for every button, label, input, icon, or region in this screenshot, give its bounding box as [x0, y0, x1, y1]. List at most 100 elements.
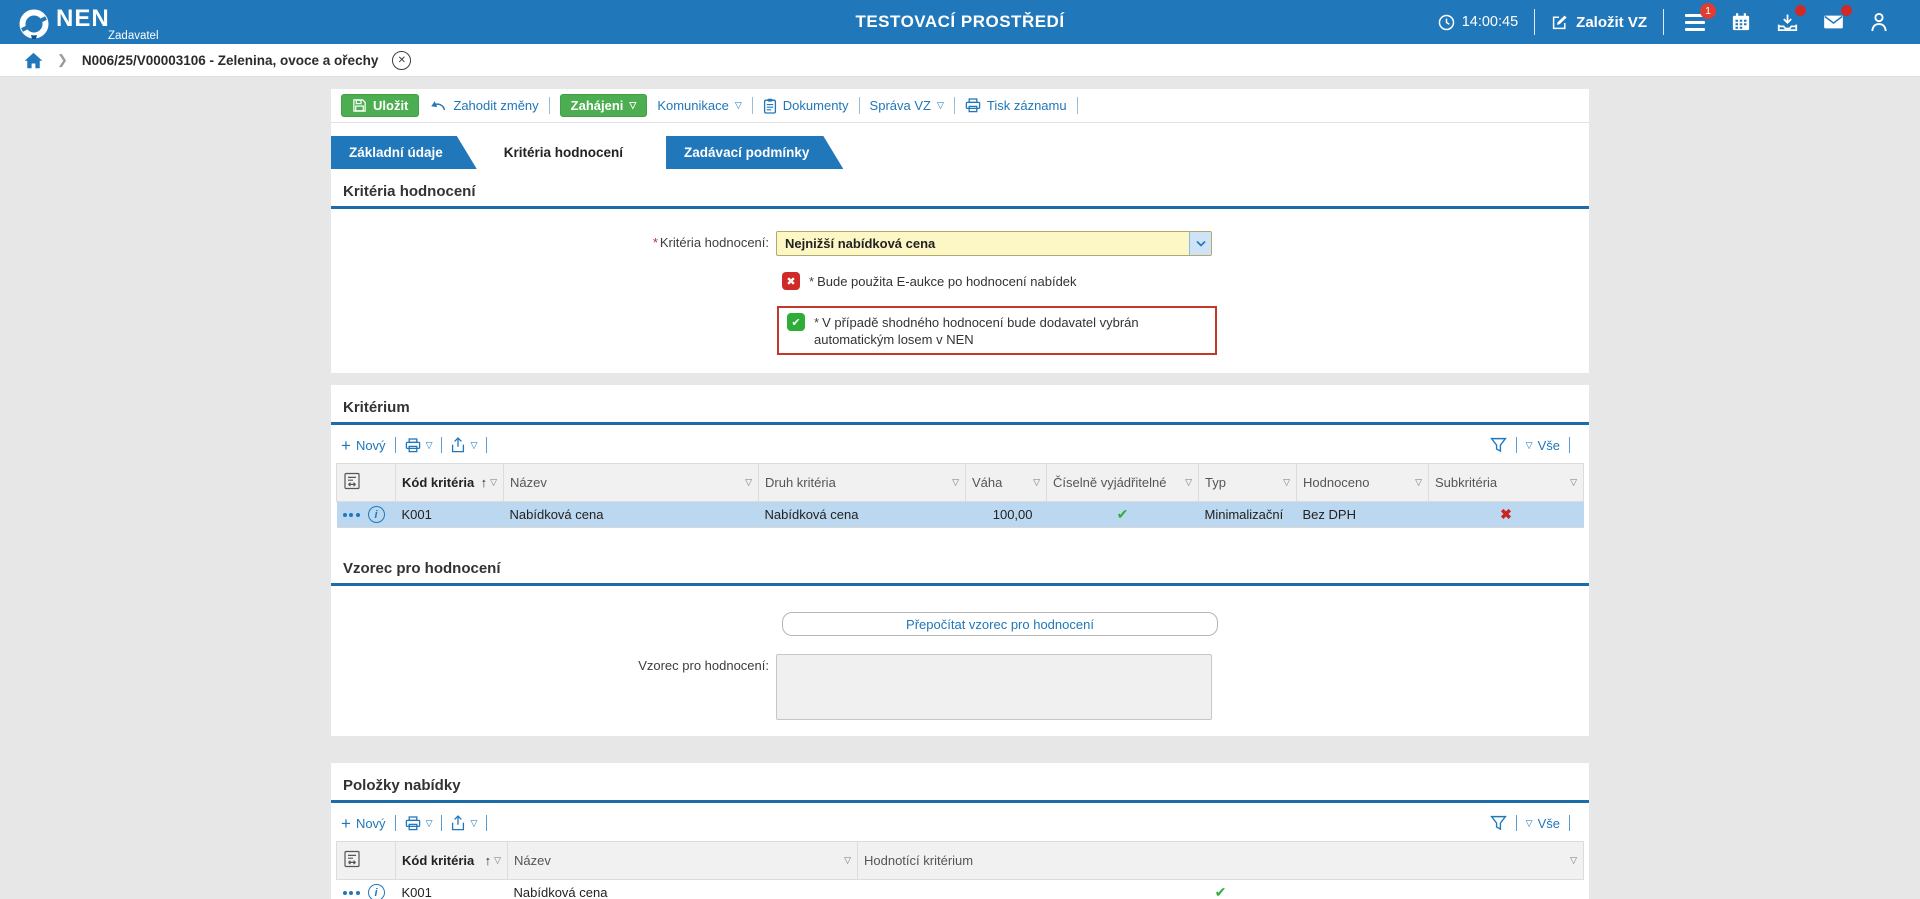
info-icon[interactable]: i: [367, 884, 385, 899]
row-menu-icon[interactable]: [342, 890, 360, 895]
print-record-button[interactable]: Tisk záznamu: [965, 98, 1067, 113]
cell-type: Minimalizační: [1198, 501, 1297, 528]
inbox-button[interactable]: [1772, 5, 1806, 37]
tab-kriteria-hodnoceni[interactable]: Kritéria hodnocení: [486, 136, 657, 169]
column-header-subkriteria[interactable]: Subkritéria ▽: [1428, 463, 1584, 502]
recalculate-formula-button[interactable]: Přepočítat vzorec pro hodnocení: [782, 612, 1218, 636]
filter-triangle-icon[interactable]: ▽: [1283, 478, 1290, 487]
column-header-nazev[interactable]: Název ▽: [507, 841, 858, 880]
items-section-heading: Položky nabídky: [343, 777, 461, 794]
filter-triangle-icon[interactable]: ▽: [952, 478, 959, 487]
column-header-kod-kriteria[interactable]: Kód kritéria ↑ ▽: [395, 463, 504, 502]
filter-triangle-icon[interactable]: ▽: [745, 478, 752, 487]
grid-toolbar-divider: [441, 437, 443, 453]
documents-button[interactable]: Dokumenty: [763, 98, 849, 114]
filter-triangle-icon[interactable]: ▽: [1570, 478, 1577, 487]
tab-zadavaci-podminky[interactable]: Zadávací podmínky: [666, 136, 843, 169]
close-record-button[interactable]: ✕: [392, 50, 412, 70]
main-menu-button[interactable]: 1: [1680, 3, 1716, 37]
criterium-section-heading: Kritérium: [343, 399, 410, 416]
triangle-down-icon: ▽: [425, 817, 433, 828]
discard-changes-button[interactable]: Zahodit změny: [429, 98, 539, 113]
clock-icon: [1438, 14, 1454, 30]
column-header-nazev[interactable]: Název ▽: [503, 463, 759, 502]
save-button[interactable]: Uložit: [341, 94, 420, 117]
brand-role: Zadavatel: [108, 30, 159, 42]
column-chooser-header[interactable]: [336, 463, 396, 502]
column-header-hodnoceno[interactable]: Hodnoceno ▽: [1296, 463, 1429, 502]
filter-triangle-icon[interactable]: ▽: [1033, 478, 1040, 487]
funnel-icon: [1489, 815, 1507, 831]
home-icon[interactable]: [24, 52, 43, 69]
cell-code: K001: [395, 879, 508, 899]
column-header-ciselne-vyjadritelne[interactable]: Číselně vyjádřitelné ▽: [1046, 463, 1199, 502]
column-header-druh-kriteria[interactable]: Druh kritéria ▽: [758, 463, 966, 502]
manage-vz-dropdown[interactable]: Správa VZ ▽: [870, 98, 944, 113]
funnel-icon: [1489, 437, 1507, 453]
grid-toolbar-divider: [1515, 437, 1517, 453]
calendar-button[interactable]: [1726, 7, 1756, 37]
user-profile-button[interactable]: [1864, 7, 1894, 37]
triangle-down-icon: ▽: [1525, 439, 1533, 450]
eauction-flag-label: * Bude použita E-aukce po hodnocení nabíd…: [809, 274, 1077, 289]
section-rule: [331, 800, 1589, 803]
column-header-vaha[interactable]: Váha ▽: [965, 463, 1047, 502]
main-content: Uložit Zahodit změny Zahájeni ▽ Komunika…: [0, 89, 1920, 899]
sort-asc-icon[interactable]: ↑: [485, 854, 492, 867]
flag-true-icon: ✔: [787, 313, 805, 331]
filter-button[interactable]: [1489, 815, 1507, 831]
view-all-dropdown[interactable]: ▽ Vše: [1526, 816, 1560, 831]
grid-toolbar-divider: [486, 437, 488, 453]
messages-button[interactable]: [1818, 5, 1852, 37]
communication-dropdown[interactable]: Komunikace ▽: [657, 98, 741, 113]
chevron-down-icon: [1195, 240, 1206, 247]
export-grid-button[interactable]: ▽: [451, 437, 477, 453]
new-row-button[interactable]: + Nový: [341, 437, 386, 454]
create-vz-button[interactable]: Založit VZ: [1551, 14, 1647, 31]
filter-triangle-icon[interactable]: ▽: [844, 856, 851, 865]
export-grid-button[interactable]: ▽: [451, 815, 477, 831]
menu-badge: 1: [1700, 3, 1716, 19]
export-icon: [452, 437, 465, 453]
criteria-combobox[interactable]: Nejnižší nabídková cena: [776, 231, 1212, 256]
filter-button[interactable]: [1489, 437, 1507, 453]
printer-icon: [405, 815, 420, 830]
column-header-hodnotici-kriterium[interactable]: Hodnotící kritérium ▽: [857, 841, 1584, 880]
new-row-button[interactable]: + Nový: [341, 815, 386, 832]
filter-triangle-icon[interactable]: ▽: [1185, 478, 1192, 487]
started-dropdown-button[interactable]: Zahájeni ▽: [559, 94, 648, 117]
filter-triangle-icon[interactable]: ▽: [494, 856, 501, 865]
column-chooser-icon: [344, 850, 360, 868]
person-icon: [1871, 12, 1887, 32]
view-all-dropdown[interactable]: ▽ Vše: [1526, 438, 1560, 453]
print-grid-button[interactable]: ▽: [405, 437, 432, 453]
tab-zakladni-udaje[interactable]: Základní údaje: [331, 136, 477, 169]
filter-triangle-icon[interactable]: ▽: [1570, 856, 1577, 865]
filter-triangle-icon[interactable]: ▽: [1415, 478, 1422, 487]
column-header-kod-kriteria[interactable]: Kód kritéria ↑ ▽: [395, 841, 508, 880]
criterium-table-row[interactable]: i K001 Nabídková cena Nabídková cena 100…: [336, 501, 1584, 528]
items-table-header: Kód kritéria ↑ ▽ Název ▽ Hodnotící kritéri…: [336, 841, 1584, 880]
info-icon[interactable]: i: [367, 506, 385, 523]
criteria-field-label: * Kritéria hodnocení:: [652, 235, 769, 250]
cell-evaluated: Bez DPH: [1296, 501, 1429, 528]
print-grid-button[interactable]: ▽: [405, 815, 433, 831]
formula-textarea[interactable]: [776, 654, 1212, 720]
row-menu-icon[interactable]: [342, 512, 360, 517]
edit-icon: [1553, 15, 1567, 29]
formula-section-heading: Vzorec pro hodnocení: [343, 560, 501, 577]
sort-asc-icon[interactable]: ↑: [481, 476, 488, 489]
toolbar-divider: [858, 97, 860, 114]
nen-logo[interactable]: NEN Zadavatel: [18, 4, 159, 42]
topbar-divider: [1663, 9, 1664, 35]
items-table-row[interactable]: i K001 Nabídková cena ✔: [336, 879, 1584, 899]
filter-triangle-icon[interactable]: ▽: [490, 478, 497, 487]
column-chooser-header[interactable]: [336, 841, 396, 880]
grid-toolbar-divider: [486, 815, 488, 831]
combobox-dropdown-button[interactable]: [1189, 232, 1211, 255]
cell-weight: 100,00: [965, 501, 1047, 528]
record-toolbar: Uložit Zahodit změny Zahájeni ▽ Komunika…: [331, 89, 1589, 123]
tiebreak-flag-row: ✔ * V případě shodného hodnocení bude dod…: [777, 306, 1217, 355]
column-header-typ[interactable]: Typ ▽: [1198, 463, 1297, 502]
triangle-down-icon: ▽: [1525, 817, 1533, 828]
